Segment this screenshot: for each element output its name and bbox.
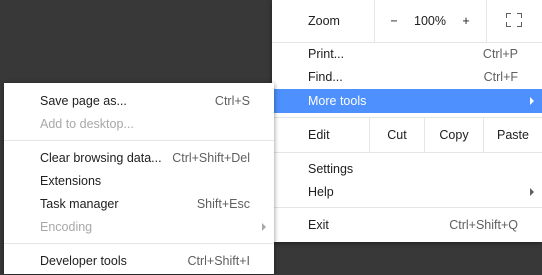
- separator: [4, 243, 274, 244]
- menu-item-add-to-desktop[interactable]: Add to desktop...: [4, 112, 274, 136]
- find-label: Find...: [308, 70, 343, 84]
- copy-button[interactable]: Copy: [425, 118, 483, 152]
- menu-item-developer-tools[interactable]: Developer tools Ctrl+Shift+I: [4, 249, 274, 273]
- exit-label: Exit: [308, 218, 329, 232]
- menu-item-task-manager[interactable]: Task manager Shift+Esc: [4, 192, 274, 216]
- menu-item-help[interactable]: Help: [272, 180, 542, 204]
- zoom-row: Zoom: [272, 8, 542, 34]
- task-manager-shortcut: Shift+Esc: [196, 197, 250, 211]
- cut-label: Cut: [387, 128, 407, 142]
- exit-shortcut: Ctrl+Shift+Q: [449, 218, 518, 232]
- zoom-level: 100%: [410, 8, 450, 34]
- zoom-out-label: −: [390, 14, 398, 28]
- menu-item-find[interactable]: Find... Ctrl+F: [272, 65, 542, 89]
- save-page-shortcut: Ctrl+S: [214, 94, 250, 108]
- print-shortcut: Ctrl+P: [482, 47, 518, 61]
- menu-item-extensions[interactable]: Extensions: [4, 169, 274, 193]
- separator: [4, 140, 274, 141]
- menu-item-clear-browsing-data[interactable]: Clear browsing data... Ctrl+Shift+Del: [4, 146, 274, 170]
- save-page-label: Save page as...: [40, 94, 127, 108]
- browser-main-menu: Zoom − 100% + Print... Ctrl+P Find... Ct…: [272, 0, 542, 242]
- clear-browsing-label: Clear browsing data...: [40, 151, 162, 165]
- menu-item-more-tools[interactable]: More tools: [272, 89, 542, 113]
- menu-item-print[interactable]: Print... Ctrl+P: [272, 42, 542, 66]
- submenu-arrow-icon: [530, 97, 534, 105]
- encoding-label: Encoding: [40, 220, 93, 234]
- edit-label: Edit: [308, 128, 330, 142]
- zoom-level-value: 100%: [414, 14, 446, 28]
- submenu-arrow-icon: [530, 188, 534, 196]
- paste-button[interactable]: Paste: [484, 118, 542, 152]
- copy-label: Copy: [439, 128, 469, 142]
- settings-label: Settings: [308, 162, 354, 176]
- more-tools-label: More tools: [308, 94, 367, 108]
- menu-item-encoding[interactable]: Encoding: [4, 215, 274, 239]
- separator: [272, 152, 542, 153]
- extensions-label: Extensions: [40, 174, 102, 188]
- submenu-arrow-icon: [262, 223, 266, 231]
- zoom-out-button[interactable]: −: [382, 8, 406, 34]
- task-manager-label: Task manager: [40, 197, 119, 211]
- paste-label: Paste: [497, 128, 529, 142]
- zoom-divider-right: [486, 0, 487, 42]
- print-label: Print...: [308, 47, 345, 61]
- separator: [272, 207, 542, 208]
- fullscreen-icon[interactable]: [506, 13, 522, 27]
- zoom-in-label: +: [462, 14, 470, 28]
- developer-tools-shortcut: Ctrl+Shift+I: [187, 254, 250, 268]
- developer-tools-label: Developer tools: [40, 254, 127, 268]
- zoom-divider: [374, 0, 375, 42]
- menu-item-save-page[interactable]: Save page as... Ctrl+S: [4, 89, 274, 113]
- find-shortcut: Ctrl+F: [483, 70, 518, 84]
- zoom-in-button[interactable]: +: [454, 8, 478, 34]
- menu-item-exit[interactable]: Exit Ctrl+Shift+Q: [272, 213, 542, 237]
- more-tools-submenu: Save page as... Ctrl+S Add to desktop...…: [4, 83, 274, 274]
- cut-button[interactable]: Cut: [370, 118, 424, 152]
- add-to-desktop-label: Add to desktop...: [40, 117, 134, 131]
- zoom-label: Zoom: [308, 14, 340, 28]
- menu-item-settings[interactable]: Settings: [272, 157, 542, 181]
- help-label: Help: [308, 185, 334, 199]
- clear-browsing-shortcut: Ctrl+Shift+Del: [172, 151, 250, 165]
